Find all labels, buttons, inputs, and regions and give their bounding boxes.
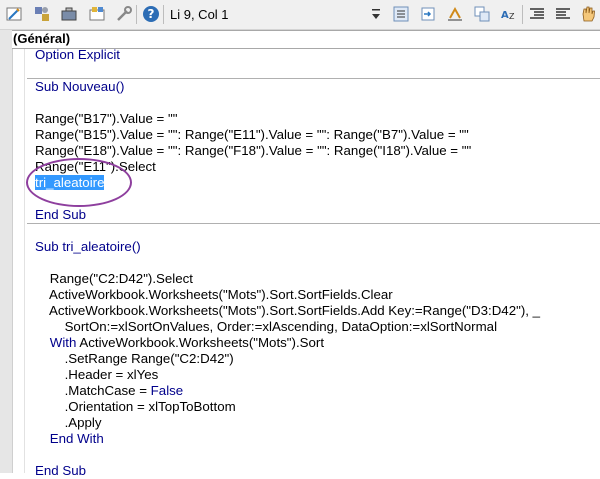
toolbar-separator xyxy=(163,5,164,24)
svg-text:?: ? xyxy=(148,7,155,21)
code-line: ActiveWorkbook.Worksheets("Mots").Sort.S… xyxy=(35,303,600,319)
code-text: .Header = xlYes xyxy=(64,367,159,382)
code-text: Sub Nouveau() xyxy=(35,79,125,94)
code-line: .SetRange Range("C2:D42") xyxy=(35,351,600,367)
code-text: .MatchCase = xyxy=(64,383,151,398)
code-text: ActiveWorkbook.Worksheets("Mots").Sort.S… xyxy=(49,303,541,318)
code-text: ActiveWorkbook.Worksheets("Mots").Sort xyxy=(76,335,325,350)
code-line: Option Explicit xyxy=(35,47,600,63)
code-text: Range("E18").Value = "": Range("F18").Va… xyxy=(35,143,472,158)
code-line: .Header = xlYes xyxy=(35,367,600,383)
code-line: .Orientation = xlTopToBottom xyxy=(35,399,600,415)
code-text: Range("C2:D42").Select xyxy=(49,271,193,286)
code-line: Sub tri_aleatoire() xyxy=(35,239,600,255)
userform-icon[interactable] xyxy=(86,3,108,25)
code-text: Range("B15").Value = "": Range("E11").Va… xyxy=(35,127,469,142)
procedure-separator xyxy=(27,223,600,224)
design-mode-icon[interactable] xyxy=(3,3,25,25)
code-text: ActiveWorkbook.Worksheets("Mots").Sort.S… xyxy=(49,287,393,302)
annotation-circle xyxy=(26,158,132,207)
code-line: With ActiveWorkbook.Worksheets("Mots").S… xyxy=(35,335,600,351)
code-line: Range("E18").Value = "": Range("F18").Va… xyxy=(35,143,600,159)
toolbar-separator xyxy=(522,5,523,24)
uncomment-block-icon[interactable] xyxy=(552,3,574,25)
toolbar-options-dropdown[interactable] xyxy=(369,3,383,25)
code-keyword: With xyxy=(49,335,77,350)
hand-icon[interactable] xyxy=(577,3,599,25)
code-text: SortOn:=xlSortOnValues, Order:=xlAscendi… xyxy=(64,319,498,334)
svg-text:Z: Z xyxy=(509,12,515,21)
code-text: .SetRange Range("C2:D42") xyxy=(64,351,234,366)
object-selector-label: (Général) xyxy=(13,31,71,46)
complete-word-icon[interactable]: AZ xyxy=(498,3,520,25)
code-text: Range("B17").Value = "" xyxy=(35,111,178,126)
toolbar-separator xyxy=(136,5,137,24)
toggle-breakpoint-icon[interactable] xyxy=(471,3,493,25)
code-text: .Apply xyxy=(64,415,102,430)
margin-indicator-bar[interactable] xyxy=(14,30,25,473)
vbe-toolbar: ? Li 9, Col 1 AZ xyxy=(0,0,600,30)
window-left-border xyxy=(0,30,13,473)
code-text: End Sub xyxy=(35,207,87,222)
code-line: End Sub xyxy=(35,207,600,223)
code-text: Option Explicit xyxy=(35,47,120,62)
code-keyword: False xyxy=(150,383,184,398)
code-editor[interactable]: Option Explicit Sub Nouveau() Range("B17… xyxy=(35,47,600,479)
code-line: Sub Nouveau() xyxy=(35,79,600,95)
code-line: Range("B15").Value = "": Range("E11").Va… xyxy=(35,127,600,143)
code-line: Range("C2:D42").Select xyxy=(35,271,600,287)
cursor-position: Li 9, Col 1 xyxy=(170,7,229,22)
code-line: .Apply xyxy=(35,415,600,431)
code-line: ActiveWorkbook.Worksheets("Mots").Sort.S… xyxy=(35,287,600,303)
code-line: .MatchCase = False xyxy=(35,383,600,399)
bookmark-icon[interactable] xyxy=(444,3,466,25)
procedure-separator xyxy=(27,78,600,79)
toolbox-icon[interactable] xyxy=(58,3,80,25)
code-line: End With xyxy=(35,431,600,447)
code-text: .Orientation = xlTopToBottom xyxy=(64,399,236,414)
code-text: Sub tri_aleatoire() xyxy=(35,239,141,254)
code-line: Range("B17").Value = "" xyxy=(35,111,600,127)
comment-block-icon[interactable] xyxy=(526,3,548,25)
code-line: SortOn:=xlSortOnValues, Order:=xlAscendi… xyxy=(35,319,600,335)
outdent-icon[interactable] xyxy=(417,3,439,25)
tools-icon[interactable] xyxy=(113,3,135,25)
vbaproject-icon[interactable] xyxy=(31,3,53,25)
code-keyword: End With xyxy=(49,431,104,446)
indent-icon[interactable] xyxy=(390,3,412,25)
help-icon[interactable]: ? xyxy=(140,3,162,25)
code-text: End Sub xyxy=(35,463,87,478)
code-line: End Sub xyxy=(35,463,600,479)
svg-text:A: A xyxy=(501,10,509,21)
